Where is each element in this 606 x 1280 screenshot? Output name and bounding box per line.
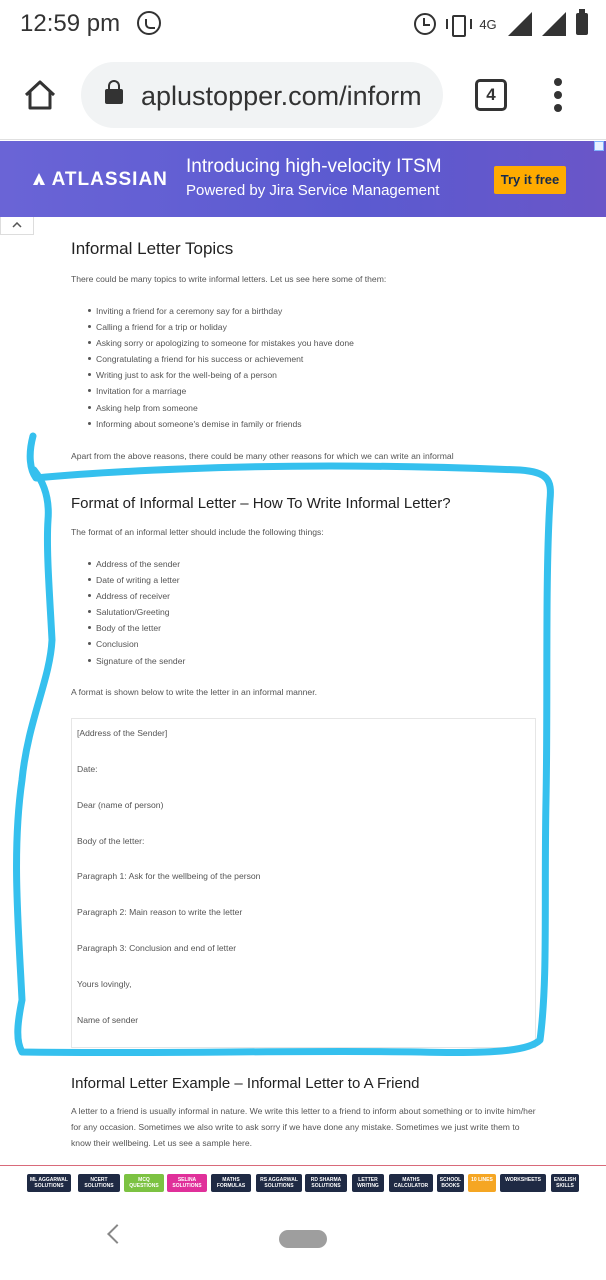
letter-line: Yours lovingly, <box>77 979 132 989</box>
footer-link[interactable]: MATHS FORMULAS <box>211 1174 251 1192</box>
list-item: Invitation for a marriage <box>88 383 354 399</box>
letter-line: Name of sender <box>77 1015 139 1025</box>
ad-brand-logo: ATLASSIAN <box>32 169 168 191</box>
chevron-up-icon <box>12 221 22 228</box>
section-intro: The format of an informal letter should … <box>71 527 324 537</box>
ad-headline: Introducing high-velocity ITSM <box>186 156 442 177</box>
letter-line: Date: <box>77 764 98 774</box>
footer-link[interactable]: NCERT SOLUTIONS <box>78 1174 120 1192</box>
vibrate-icon <box>446 13 472 37</box>
list-item: Address of the sender <box>88 556 185 572</box>
list-item: Asking help from someone <box>88 400 354 416</box>
section-outro: Apart from the above reasons, there coul… <box>71 451 454 461</box>
section-intro: There could be many topics to write info… <box>71 274 387 284</box>
list-item: Address of receiver <box>88 588 185 604</box>
battery-icon <box>576 9 588 35</box>
address-bar[interactable]: aplustopper.com/inform <box>81 62 443 128</box>
footer-quick-links: ML AGGARWAL SOLUTIONS NCERT SOLUTIONS MC… <box>0 1165 606 1197</box>
letter-line: [Address of the Sender] <box>77 728 168 738</box>
footer-link[interactable]: ENGLISH SKILLS <box>551 1174 579 1192</box>
home-pill-button[interactable] <box>279 1230 327 1248</box>
url-text[interactable]: aplustopper.com/inform <box>141 81 422 112</box>
home-icon[interactable] <box>22 77 58 113</box>
section-outro: A format is shown below to write the let… <box>71 687 317 697</box>
signal-icon-2 <box>542 12 566 36</box>
list-item: Signature of the sender <box>88 653 185 669</box>
letter-line: Body of the letter: <box>77 836 145 846</box>
back-icon[interactable] <box>107 1224 127 1244</box>
lock-icon <box>105 80 123 104</box>
footer-link[interactable]: SCHOOL BOOKS <box>437 1174 464 1192</box>
list-item: Calling a friend for a trip or holiday <box>88 319 354 335</box>
section-heading-topics: Informal Letter Topics <box>71 239 234 258</box>
browser-toolbar: aplustopper.com/inform 4 <box>0 50 606 140</box>
letter-format-box: [Address of the Sender] Date: Dear (name… <box>71 718 536 1048</box>
list-item: Salutation/Greeting <box>88 604 185 620</box>
letter-line: Paragraph 3: Conclusion and end of lette… <box>77 943 237 953</box>
alarm-icon <box>414 13 436 35</box>
list-item: Asking sorry or apologizing to someone f… <box>88 335 354 351</box>
letter-line: Paragraph 2: Main reason to write the le… <box>77 907 243 917</box>
footer-link[interactable]: RS AGGARWAL SOLUTIONS <box>256 1174 302 1192</box>
status-icons: 4G <box>414 9 588 38</box>
ad-subheadline: Powered by Jira Service Management <box>186 182 440 199</box>
letter-line: Dear (name of person) <box>77 800 164 810</box>
footer-link[interactable]: ML AGGARWAL SOLUTIONS <box>27 1174 71 1192</box>
footer-link[interactable]: SELINA SOLUTIONS <box>167 1174 207 1192</box>
whatsapp-notification-icon <box>137 11 161 35</box>
tab-switcher-button[interactable]: 4 <box>475 79 507 111</box>
footer-link[interactable]: 10 LINES <box>468 1174 496 1192</box>
section-heading-example: Informal Letter Example – Informal Lette… <box>71 1075 420 1092</box>
status-time: 12:59 pm <box>20 10 121 37</box>
atlassian-logo-icon <box>33 173 45 185</box>
ad-cta-button[interactable]: Try it free <box>494 166 566 194</box>
ad-collapse-button[interactable] <box>0 217 34 235</box>
footer-link[interactable]: MCQ QUESTIONS <box>124 1174 164 1192</box>
ad-choices-icon[interactable] <box>594 141 604 151</box>
footer-link[interactable]: MATHS CALCULATOR <box>389 1174 433 1192</box>
list-item: Conclusion <box>88 636 185 652</box>
overflow-menu-icon[interactable] <box>548 78 568 112</box>
list-item: Date of writing a letter <box>88 572 185 588</box>
topics-list: Inviting a friend for a ceremony say for… <box>88 303 354 432</box>
list-item: Body of the letter <box>88 620 185 636</box>
list-item: Informing about someone's demise in fami… <box>88 416 354 432</box>
signal-icon <box>508 12 532 36</box>
section-body: A letter to a friend is usually informal… <box>71 1106 536 1148</box>
footer-link[interactable]: WORKSHEETS <box>500 1174 546 1192</box>
footer-link[interactable]: RD SHARMA SOLUTIONS <box>305 1174 347 1192</box>
section-heading-format: Format of Informal Letter – How To Write… <box>71 495 451 512</box>
ad-brand-name: ATLASSIAN <box>51 169 168 190</box>
format-list: Address of the sender Date of writing a … <box>88 556 185 669</box>
network-type-label: 4G <box>479 16 497 32</box>
footer-link[interactable]: LETTER WRITING <box>352 1174 384 1192</box>
letter-line: Paragraph 1: Ask for the wellbeing of th… <box>77 871 261 881</box>
ad-banner[interactable]: ATLASSIAN Introducing high-velocity ITSM… <box>0 141 606 217</box>
list-item: Writing just to ask for the well-being o… <box>88 367 354 383</box>
status-bar: 12:59 pm 4G <box>0 0 606 50</box>
system-nav-bar <box>0 1197 606 1280</box>
list-item: Congratulating a friend for his success … <box>88 351 354 367</box>
list-item: Inviting a friend for a ceremony say for… <box>88 303 354 319</box>
